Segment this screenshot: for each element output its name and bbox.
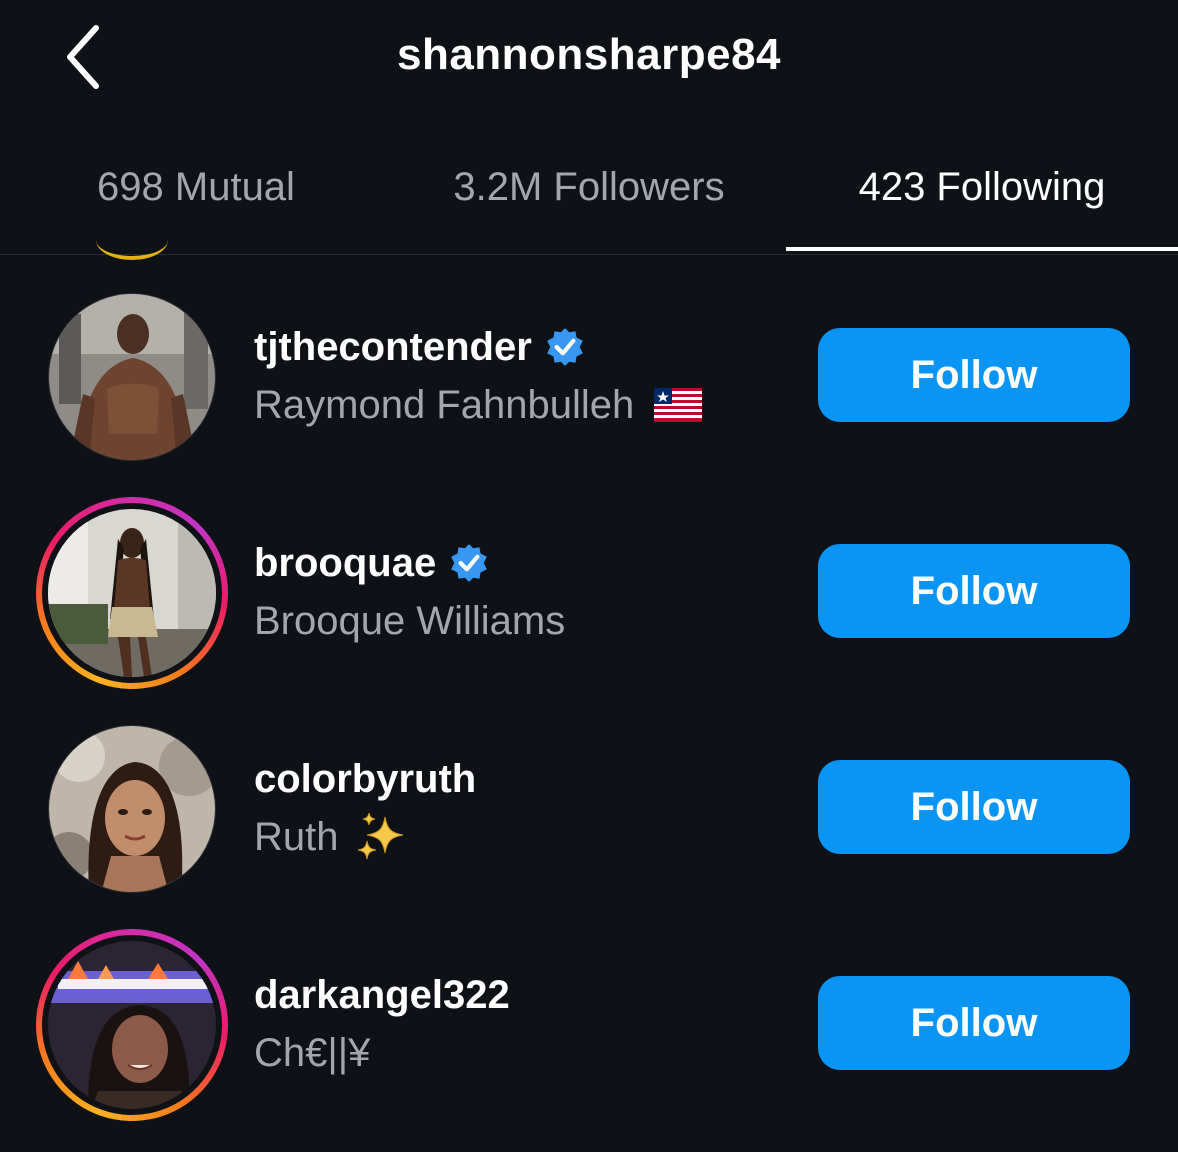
username[interactable]: brooquae [254,541,436,586]
tab-bar: 698 Mutual 3.2M Followers 423 Following [0,120,1178,255]
header-bar: shannonsharpe84 [0,0,1178,120]
full-name-line: Raymond Fahnbulleh [254,380,703,430]
avatar-image [48,293,216,461]
avatar-image [48,509,216,677]
full-name-line: Ch€||¥ [254,1028,370,1078]
full-name: Brooque Williams [254,598,566,643]
tab-followers[interactable]: 3.2M Followers [393,120,785,254]
username[interactable]: tjthecontender [254,325,532,370]
follow-button[interactable]: Follow [818,544,1130,638]
username-line: darkangel322 [254,970,510,1020]
page-title: shannonsharpe84 [396,30,782,79]
full-name: Ruth [254,814,339,859]
avatar[interactable] [36,281,228,473]
tab-following[interactable]: 423 Following [786,120,1178,254]
full-name: Raymond Fahnbulleh [254,382,635,427]
liberia-flag-icon [654,388,703,422]
sparkles-icon [357,812,403,860]
follow-button[interactable]: Follow [818,760,1130,854]
avatar-image [48,941,216,1109]
username-line: colorbyruth [254,754,476,804]
follow-button[interactable]: Follow [818,328,1130,422]
username-line: tjthecontender [254,322,586,372]
list-item[interactable]: brooquae Brooque Williams Follow [0,486,1178,702]
list-item[interactable]: tjthecontender Raymond Fahnbulleh Follow [0,270,1178,486]
verified-badge-icon [451,544,488,582]
avatar[interactable] [36,497,228,689]
username[interactable]: colorbyruth [254,757,476,802]
active-tab-indicator [786,247,1178,251]
list-item[interactable]: darkangel322 Ch€||¥ Follow [0,918,1178,1134]
follow-button[interactable]: Follow [818,976,1130,1070]
story-ring-partial [96,220,168,260]
avatar[interactable] [36,713,228,905]
username[interactable]: darkangel322 [254,973,510,1018]
avatar[interactable] [36,929,228,1121]
full-name-line: Brooque Williams [254,596,565,646]
full-name-line: Ruth [254,812,407,862]
verified-badge-icon [546,328,583,366]
username-line: brooquae [254,538,490,588]
list-item[interactable]: colorbyruth Ruth Follow [0,702,1178,918]
avatar-image [48,725,216,893]
full-name: Ch€||¥ [254,1030,371,1075]
tab-mutual[interactable]: 698 Mutual [0,120,392,254]
